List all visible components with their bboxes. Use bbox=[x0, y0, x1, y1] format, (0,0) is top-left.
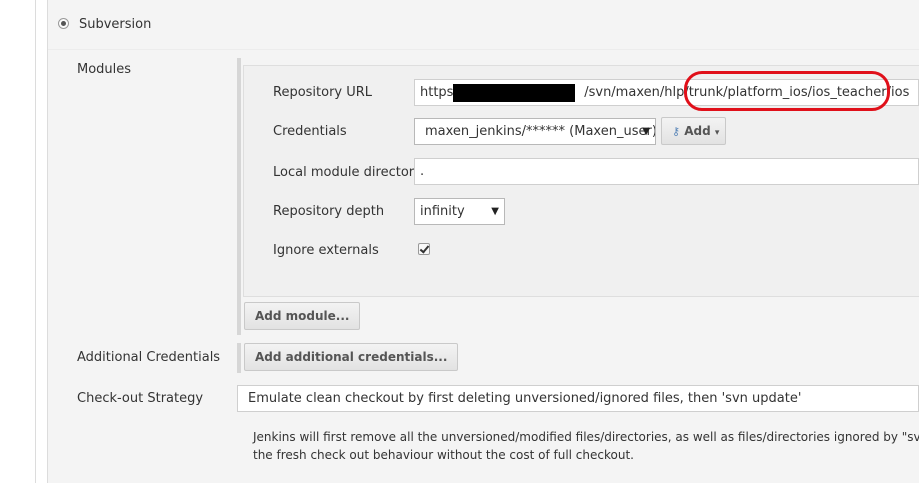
chevron-down-icon: ▼ bbox=[642, 126, 650, 137]
add-button-label: Add bbox=[684, 124, 711, 138]
repository-depth-label: Repository depth bbox=[273, 204, 385, 219]
ignore-externals-checkbox[interactable] bbox=[418, 243, 430, 255]
repository-url-label: Repository URL bbox=[273, 85, 373, 100]
local-module-dir-input[interactable]: . bbox=[414, 158, 919, 185]
dropdown-arrow-icon: ▾ bbox=[714, 128, 720, 138]
local-module-dir-value: . bbox=[420, 164, 425, 179]
add-credentials-button[interactable]: ⚷ Add ▾ bbox=[661, 117, 726, 145]
credentials-value: maxen_jenkins/****** (Maxen_user) bbox=[425, 124, 656, 139]
local-module-dir-label: Local module directory bbox=[273, 165, 422, 180]
add-additional-credentials-button[interactable]: Add additional credentials... bbox=[244, 343, 459, 371]
checkout-strategy-label: Check-out Strategy bbox=[77, 391, 204, 406]
scm-option-header: Subversion bbox=[48, 0, 919, 50]
subversion-label: Subversion bbox=[79, 17, 152, 32]
add-module-button[interactable]: Add module... bbox=[244, 302, 361, 330]
modules-label: Modules bbox=[77, 62, 132, 77]
red-annotation-ellipse bbox=[684, 71, 890, 111]
chevron-down-icon: ▼ bbox=[491, 206, 499, 217]
help-text-line-1: Jenkins will first remove all the unvers… bbox=[253, 430, 919, 444]
checkout-strategy-help: Jenkins will first remove all the unvers… bbox=[253, 428, 919, 464]
checkout-strategy-value: Emulate clean checkout by first deleting… bbox=[248, 391, 802, 406]
ignore-externals-label: Ignore externals bbox=[273, 243, 379, 258]
credentials-select[interactable]: maxen_jenkins/****** (Maxen_user) ▼ bbox=[414, 118, 656, 145]
repository-depth-select[interactable]: infinity ▼ bbox=[414, 198, 505, 225]
left-border-line bbox=[35, 0, 36, 483]
checkout-strategy-select[interactable]: Emulate clean checkout by first deleting… bbox=[237, 385, 919, 412]
additional-credentials-bar bbox=[237, 343, 241, 373]
subversion-radio[interactable] bbox=[58, 18, 69, 29]
key-icon: ⚷ bbox=[672, 125, 681, 138]
redaction-bar bbox=[453, 84, 575, 102]
repository-depth-value: infinity bbox=[420, 204, 465, 219]
credentials-label: Credentials bbox=[273, 124, 347, 139]
help-text-line-2: the fresh check out behaviour without th… bbox=[253, 448, 634, 462]
additional-credentials-label: Additional Credentials bbox=[77, 350, 221, 365]
